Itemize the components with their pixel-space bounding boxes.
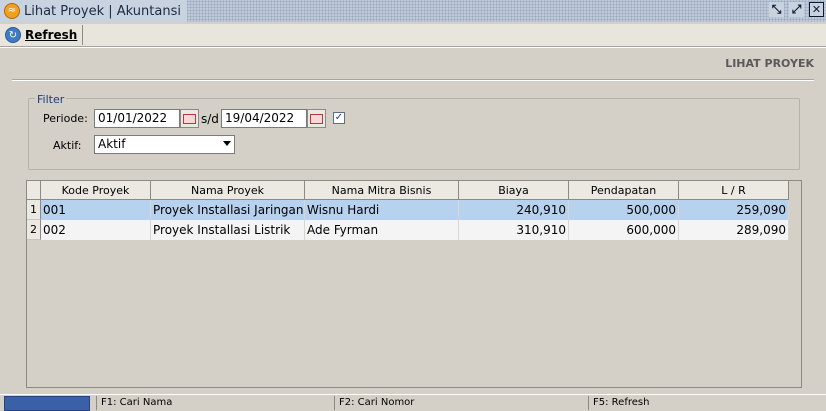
column-header[interactable]: L / R (679, 181, 789, 200)
column-header[interactable]: Nama Mitra Bisnis (305, 181, 459, 200)
date-from-input[interactable]: 01/01/2022 (94, 109, 180, 128)
cell-kode[interactable]: 002 (41, 220, 151, 240)
row-number: 1 (27, 200, 41, 220)
cell-lr[interactable]: 289,090 (679, 220, 789, 240)
app-icon: ≈ (4, 3, 20, 19)
aktif-label: Aktif: (53, 139, 82, 152)
cell-pendapatan[interactable]: 600,000 (569, 220, 679, 240)
period-checkbox[interactable]: ✓ (333, 112, 345, 124)
cell-mitra[interactable]: Ade Fyrman (305, 220, 459, 240)
refresh-button[interactable]: ↻ Refresh (2, 25, 84, 45)
table-row[interactable]: 1 001 Proyek Installasi Jaringan Wisnu H… (27, 200, 789, 220)
column-header[interactable]: Pendapatan (569, 181, 679, 200)
table-corner (27, 181, 41, 200)
cell-lr[interactable]: 259,090 (679, 200, 789, 220)
window-title: Lihat Proyek | Akuntansi (24, 3, 181, 19)
close-icon[interactable]: ✕ (809, 2, 824, 17)
periode-label: Periode: (43, 112, 88, 125)
cell-biaya[interactable]: 240,910 (459, 200, 569, 220)
cell-biaya[interactable]: 310,910 (459, 220, 569, 240)
cell-pendapatan[interactable]: 500,000 (569, 200, 679, 220)
refresh-label: Refresh (25, 28, 78, 42)
page-title: LIHAT PROYEK (725, 57, 814, 70)
calendar-to-button[interactable] (307, 109, 326, 128)
calendar-from-button[interactable] (180, 109, 199, 128)
aktif-select[interactable]: Aktif (94, 135, 235, 154)
main-content: LIHAT PROYEK Filter Periode: 01/01/2022 … (0, 47, 826, 394)
table-row[interactable]: 2 002 Proyek Installasi Listrik Ade Fyrm… (27, 220, 789, 240)
column-header[interactable]: Kode Proyek (41, 181, 151, 200)
status-indicator (4, 396, 90, 411)
column-header[interactable]: Biaya (459, 181, 569, 200)
calendar-icon (310, 113, 323, 124)
project-table: Kode Proyek Nama Proyek Nama Mitra Bisni… (26, 180, 802, 388)
chevron-down-icon (223, 141, 231, 146)
cell-kode[interactable]: 001 (41, 200, 151, 220)
minimize-icon[interactable]: ⤡ (769, 2, 784, 17)
cell-mitra[interactable]: Wisnu Hardi (305, 200, 459, 220)
divider (12, 79, 814, 81)
filter-group: Filter Periode: 01/01/2022 s/d 19/04/202… (28, 93, 800, 170)
title-bar: ≈ Lihat Proyek | Akuntansi ⤡ ⤢ ✕ (0, 0, 826, 22)
column-header[interactable]: Nama Proyek (151, 181, 305, 200)
date-to-input[interactable]: 19/04/2022 (221, 109, 307, 128)
aktif-select-value: Aktif (98, 137, 126, 151)
refresh-icon: ↻ (5, 27, 21, 43)
maximize-icon[interactable]: ⤢ (789, 2, 804, 17)
status-bar: F1: Cari Nama F2: Cari Nomor F5: Refresh (0, 394, 826, 411)
date-separator: s/d (201, 112, 219, 126)
cell-nama[interactable]: Proyek Installasi Jaringan (151, 200, 305, 220)
calendar-icon (183, 113, 196, 124)
status-f2: F2: Cari Nomor (334, 396, 585, 410)
status-f1: F1: Cari Nama (96, 396, 331, 410)
row-number: 2 (27, 220, 41, 240)
title-area: ≈ Lihat Proyek | Akuntansi (0, 0, 187, 22)
window-controls: ⤡ ⤢ ✕ (769, 2, 824, 17)
status-f5: F5: Refresh (588, 396, 823, 410)
cell-nama[interactable]: Proyek Installasi Listrik (151, 220, 305, 240)
filter-legend: Filter (35, 93, 67, 106)
toolbar: ↻ Refresh (0, 24, 826, 47)
